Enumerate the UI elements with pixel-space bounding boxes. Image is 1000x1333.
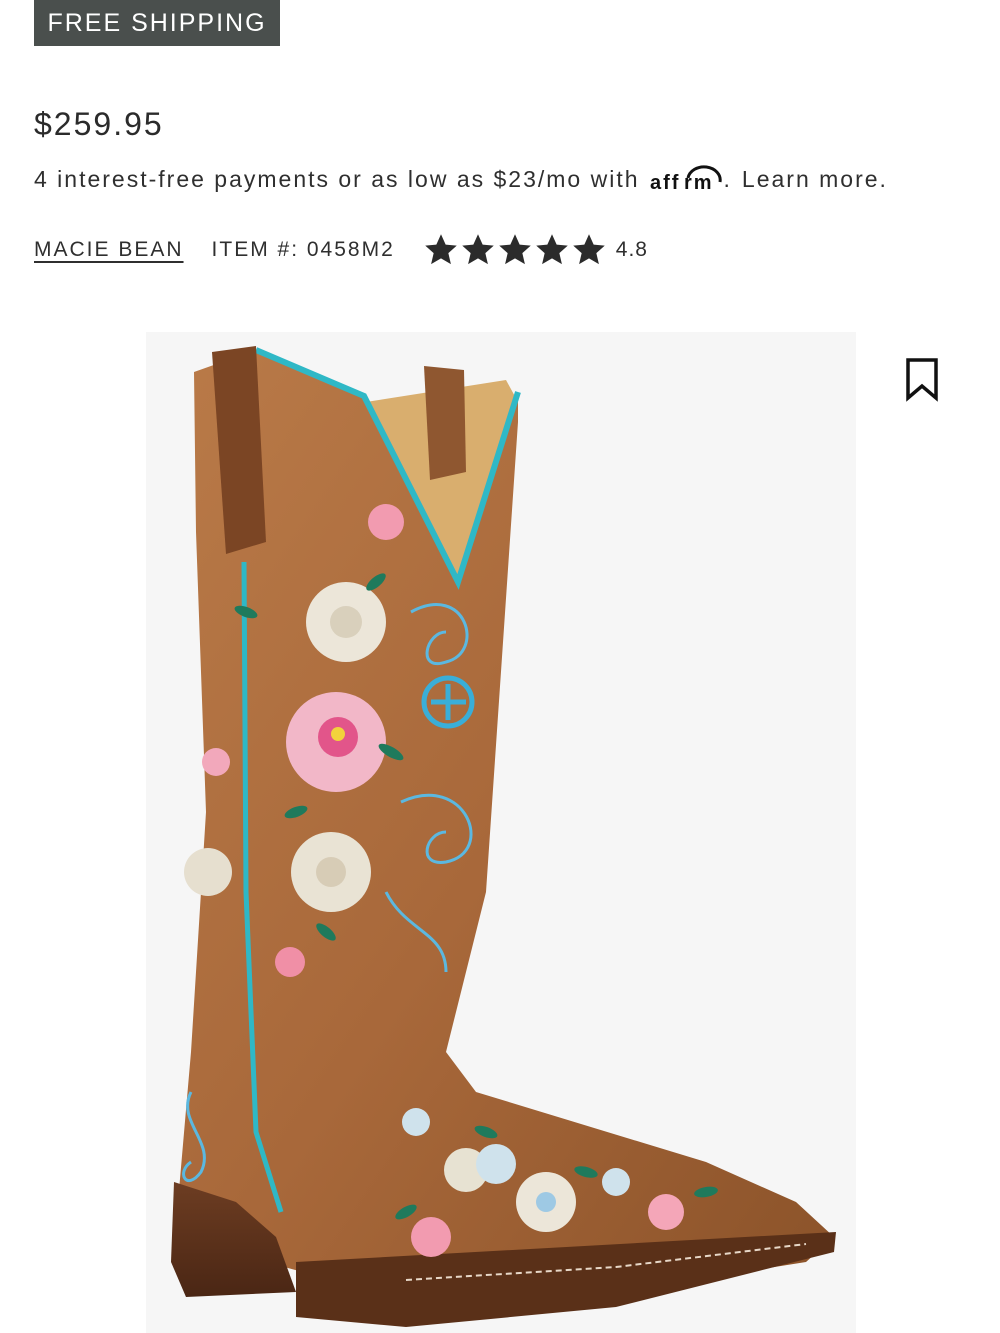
- brand-link[interactable]: MACIE BEAN: [34, 238, 184, 262]
- boot-image: [146, 332, 856, 1333]
- star-icon: [573, 234, 605, 265]
- financing-period: .: [723, 165, 732, 192]
- financing-message: 4 interest-free payments or as low as $2…: [34, 164, 888, 194]
- free-shipping-badge: FREE SHIPPING: [34, 0, 280, 46]
- bookmark-button[interactable]: [900, 356, 944, 402]
- financing-text: 4 interest-free payments or as low as $2…: [34, 165, 640, 192]
- star-icon: [499, 234, 531, 265]
- product-meta: MACIE BEAN ITEM #: 0458M2 4.8: [34, 232, 648, 268]
- bookmark-icon: [906, 358, 938, 402]
- product-price: $259.95: [34, 106, 164, 142]
- star-icon: [536, 234, 568, 265]
- star-icon: [462, 234, 494, 265]
- star-rating[interactable]: [423, 232, 608, 268]
- affirm-logo: aff rm: [650, 164, 722, 194]
- rating-value: 4.8: [615, 238, 648, 261]
- learn-more-link[interactable]: Learn more.: [742, 166, 888, 193]
- free-shipping-label: FREE SHIPPING: [47, 8, 267, 37]
- item-number: ITEM #: 0458M2: [211, 238, 395, 261]
- svg-text:aff: aff: [650, 172, 680, 194]
- product-image[interactable]: [146, 332, 856, 1333]
- star-icon: [425, 234, 457, 265]
- svg-text:rm: rm: [684, 172, 714, 194]
